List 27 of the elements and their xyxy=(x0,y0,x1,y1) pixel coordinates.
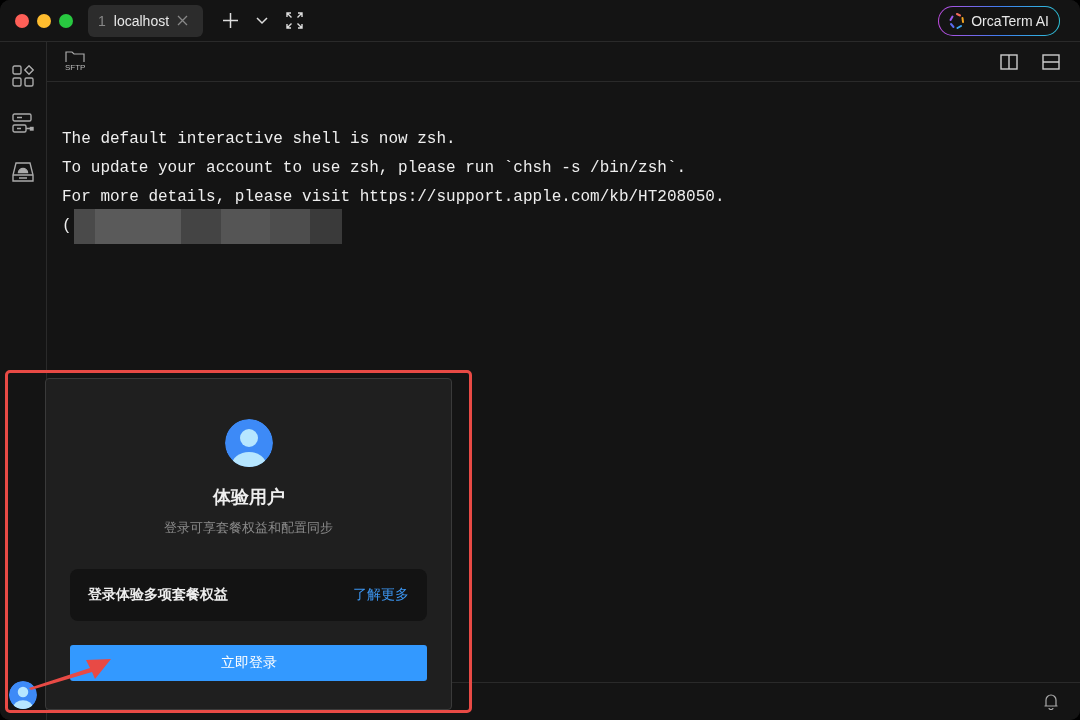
tab[interactable]: 1 localhost xyxy=(88,4,204,37)
benefit-text: 登录体验多项套餐权益 xyxy=(88,586,228,604)
user-avatar xyxy=(224,419,273,467)
maximize-button[interactable] xyxy=(59,13,73,28)
close-icon[interactable] xyxy=(177,15,189,26)
split-horizontal-icon[interactable] xyxy=(1042,53,1060,70)
sparkle-ring-icon xyxy=(949,12,966,29)
user-name: 体验用户 xyxy=(212,485,285,509)
terminal-line: For more details, please visit https://support.apple.com/kb/HT208050. xyxy=(62,187,725,208)
fullscreen-icon[interactable] xyxy=(286,12,304,29)
plus-icon[interactable] xyxy=(223,13,239,28)
terminal-line: ( xyxy=(62,216,72,237)
terminal-line: The default interactive shell is now zsh. xyxy=(62,129,456,150)
server-list-icon[interactable] xyxy=(12,113,34,135)
learn-more-link[interactable]: 了解更多 xyxy=(353,586,409,604)
bell-icon[interactable] xyxy=(1044,693,1058,710)
cloud-drive-icon[interactable] xyxy=(12,161,34,183)
apps-grid-icon[interactable] xyxy=(12,65,34,87)
close-button[interactable] xyxy=(15,13,29,28)
ai-assistant-button[interactable]: OrcaTerm AI xyxy=(938,5,1060,36)
subtitle: 登录可享套餐权益和配置同步 xyxy=(164,519,333,537)
sftp-button[interactable]: SFTP xyxy=(65,51,86,72)
split-vertical-icon[interactable] xyxy=(1000,53,1018,70)
minimize-button[interactable] xyxy=(37,13,51,28)
terminal-line: To update your account to use zsh, please run `chsh -s /bin/zsh`. xyxy=(62,158,687,179)
user-avatar-button[interactable] xyxy=(9,681,37,709)
chevron-down-icon[interactable] xyxy=(256,16,269,25)
